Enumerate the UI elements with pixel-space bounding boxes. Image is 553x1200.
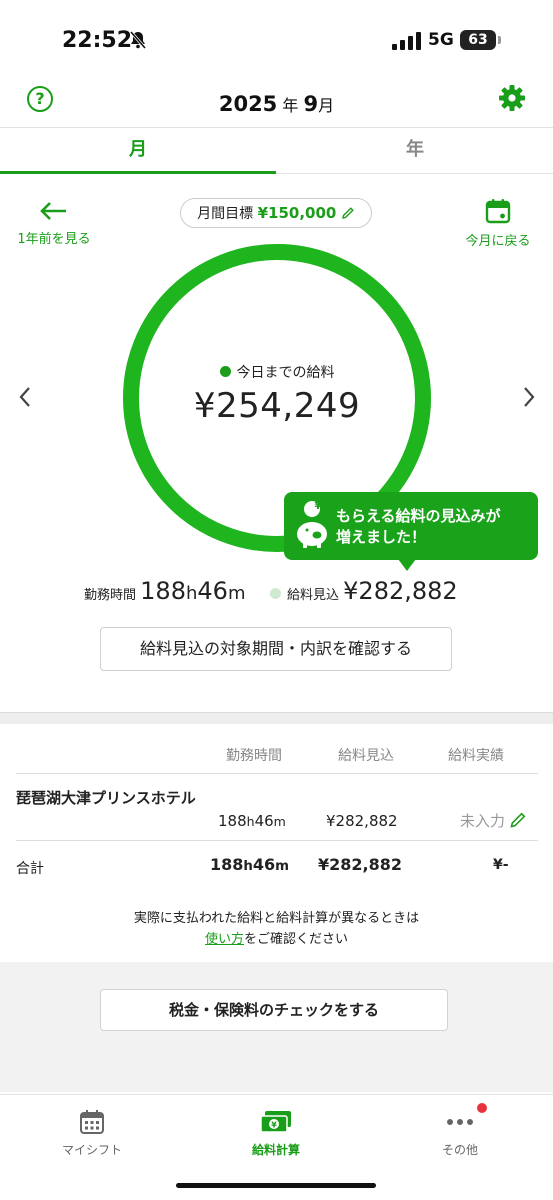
home-indicator[interactable]	[176, 1183, 376, 1188]
chevron-right-icon[interactable]	[520, 385, 538, 409]
gear-icon[interactable]	[498, 84, 526, 112]
battery-icon: 63	[460, 30, 496, 50]
forecast-detail-button[interactable]: 給料見込の対象期間・内訳を確認する	[100, 627, 452, 671]
tabbar-salary-calc-label: 給料計算	[251, 1143, 300, 1157]
status-time: 22:52	[62, 28, 133, 53]
note-line2-rest: をご確認ください	[244, 932, 349, 947]
row-actual: 未入力	[460, 812, 506, 830]
calendar-icon	[485, 199, 511, 224]
money-icon: ¥	[260, 1111, 291, 1133]
prev-year-label: 1年前を見る	[17, 232, 91, 247]
this-month-button[interactable]: 今月に戻る	[455, 197, 541, 249]
tabbar-my-shift-label: マイシフト	[61, 1143, 122, 1157]
row-hours-h: 188	[218, 812, 247, 830]
title-month: 9	[303, 92, 319, 116]
note-line2: 使い方をご確認ください	[0, 929, 553, 950]
tabbar-my-shift[interactable]: マイシフト	[32, 1109, 152, 1158]
row-forecast: ¥282,882	[326, 812, 398, 830]
total-hours-m: 46	[252, 855, 276, 874]
tooltip-text: もらえる給料の見込みが 増えました！	[336, 506, 501, 548]
tooltip-line2: 増えました！	[336, 528, 427, 546]
total-forecast: ¥282,882	[318, 855, 403, 874]
total-hours-h: 188	[210, 855, 244, 874]
pencil-icon	[341, 207, 354, 219]
col-header-actual: 給料実績	[448, 748, 504, 764]
bell-muted-icon	[129, 31, 147, 49]
total-actual: ¥-	[493, 857, 509, 873]
title-year-suffix: 年	[282, 96, 299, 115]
ring-center: 今日までの給料 ¥254,249	[120, 362, 434, 426]
tabbar-other-label: その他	[441, 1143, 478, 1157]
row-hours-h-unit: h	[246, 814, 255, 829]
ring-label: 今日までの給料	[120, 362, 434, 382]
more-dots-icon	[447, 1119, 473, 1125]
forecast-summary: 給料見込 ¥282,882	[270, 577, 458, 605]
work-minutes: 46	[197, 577, 228, 605]
row-actual-edit[interactable]: 未入力	[460, 810, 527, 831]
title-month-suffix: 月	[318, 96, 335, 115]
note-line1: 実際に支払われた給料と給料計算が異なるときは	[133, 911, 420, 926]
work-hours-unit: h	[185, 583, 198, 604]
pencil-icon	[510, 812, 526, 828]
work-hours: 188	[140, 577, 186, 605]
chevron-left-icon[interactable]	[16, 385, 34, 409]
row-hours: 188h46m	[218, 812, 286, 830]
col-header-hours: 勤務時間	[226, 748, 282, 764]
section-divider	[0, 712, 553, 724]
coin-symbol: ¥	[314, 501, 322, 512]
forecast-label: 給料見込	[287, 588, 340, 603]
work-hours-summary: 勤務時間 188h46m	[84, 577, 245, 605]
green-dot	[219, 366, 231, 377]
notification-badge	[477, 1103, 487, 1113]
col-header-forecast: 給料見込	[338, 748, 394, 764]
tabbar-other[interactable]: その他	[400, 1109, 520, 1158]
total-label: 合計	[16, 861, 44, 877]
svg-text:¥: ¥	[271, 1121, 277, 1130]
total-hours: 188h46m	[210, 855, 289, 874]
calendar-grid-icon	[80, 1110, 104, 1134]
goal-amount: ¥150,000	[257, 204, 337, 222]
tab-month[interactable]: 月	[0, 128, 276, 174]
battery-tip	[498, 36, 501, 44]
row-hours-m: 46	[254, 812, 274, 830]
table-divider	[16, 840, 538, 841]
table-divider	[16, 773, 538, 774]
period-tabs: 月 年	[0, 128, 553, 174]
work-minutes-unit: m	[227, 583, 246, 604]
monthly-goal-pill[interactable]: 月間目標 ¥150,000	[180, 198, 372, 228]
tooltip-tail	[398, 559, 416, 571]
goal-label: 月間目標	[197, 206, 254, 222]
signal-icon	[392, 32, 421, 50]
tab-year[interactable]: 年	[277, 128, 553, 174]
salary-to-date: ¥254,249	[193, 386, 361, 426]
this-month-label: 今月に戻る	[465, 234, 531, 249]
tax-insurance-check-button[interactable]: 税金・保険料のチェックをする	[100, 989, 448, 1031]
arrow-left-icon	[40, 202, 66, 220]
app-header: ? 2025 年 9月	[0, 80, 553, 128]
forecast-value: ¥282,882	[343, 577, 458, 605]
how-to-link[interactable]: 使い方	[205, 932, 244, 947]
row-hours-m-unit: m	[273, 814, 286, 829]
page-title: 2025 年 9月	[0, 92, 553, 116]
tabbar-salary-calc[interactable]: ¥ 給料計算	[216, 1109, 336, 1158]
prev-year-button[interactable]: 1年前を見る	[12, 200, 96, 247]
discrepancy-note: 実際に支払われた給料と給料計算が異なるときは 使い方をご確認ください	[0, 908, 553, 950]
total-hours-h-unit: h	[243, 859, 253, 874]
work-label: 勤務時間	[84, 588, 137, 603]
title-year: 2025	[218, 92, 278, 116]
light-green-dot	[270, 588, 281, 599]
tooltip-line1: もらえる給料の見込みが	[336, 507, 501, 525]
network-label: 5G	[428, 30, 454, 50]
status-bar: 22:52 5G 63	[0, 0, 553, 80]
total-hours-m-unit: m	[275, 859, 290, 874]
ring-label-text: 今日までの給料	[236, 365, 335, 381]
employer-name: 琵琶湖大津プリンスホテル	[16, 789, 196, 807]
